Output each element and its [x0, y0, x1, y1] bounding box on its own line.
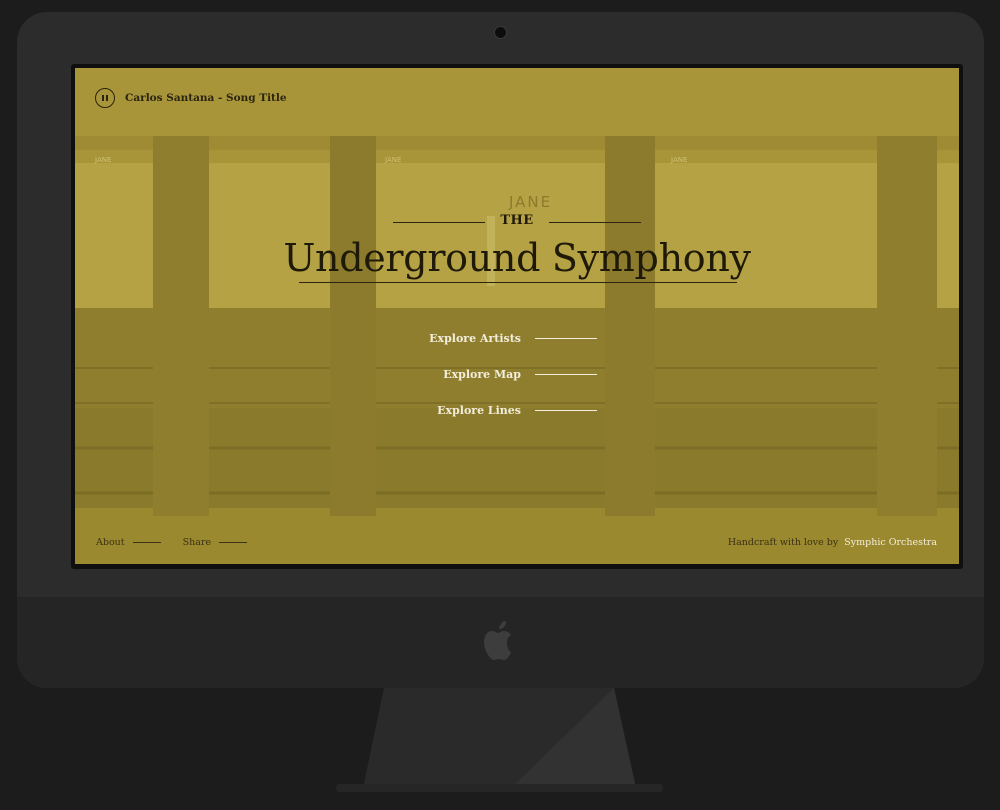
about-rule	[132, 542, 161, 543]
website-display: JANE JANE JANE JANE Carlos Santana - Son…	[75, 68, 959, 564]
share-link[interactable]: Share	[183, 537, 211, 548]
menu-rule	[535, 409, 597, 411]
title-underline	[299, 282, 737, 283]
footer-links: About Share	[96, 537, 269, 548]
credit-org-link[interactable]: Symphic Orchestra	[844, 537, 937, 548]
subway-background-image: JANE JANE JANE JANE	[75, 68, 959, 564]
menu-label: Explore Artists	[429, 331, 521, 345]
monitor-stand	[336, 688, 663, 792]
footer-credit: Handcraft with love by Symphic Orchestra	[728, 537, 937, 548]
audio-player: Carlos Santana - Song Title	[95, 85, 287, 111]
apple-logo-icon	[484, 621, 511, 660]
menu-label: Explore Map	[443, 367, 521, 381]
pause-button[interactable]	[95, 88, 115, 108]
menu-explore-artists[interactable]: Explore Artists	[355, 329, 597, 347]
menu-explore-map[interactable]: Explore Map	[355, 365, 597, 383]
station-sign-3: JANE	[670, 156, 687, 164]
camera-icon	[495, 27, 506, 38]
kicker-text: THE	[500, 213, 534, 228]
hero-kicker: THE	[393, 213, 641, 231]
page-title: Underground Symphony	[283, 236, 751, 280]
credit-text: Handcraft with love by	[727, 537, 839, 548]
pause-icon	[102, 95, 104, 101]
pause-icon-bar	[106, 95, 108, 101]
station-sign-2: JANE	[384, 156, 401, 164]
menu-explore-lines[interactable]: Explore Lines	[355, 401, 597, 419]
about-link[interactable]: About	[96, 537, 125, 548]
monitor-bezel: JANE JANE JANE JANE Carlos Santana - Son…	[17, 12, 984, 688]
menu-rule	[535, 337, 597, 339]
menu-label: Explore Lines	[437, 403, 521, 417]
menu-rule	[535, 373, 597, 375]
kicker-rule-right	[549, 222, 641, 223]
station-sign-large: JANE	[508, 193, 552, 211]
monitor-screen: JANE JANE JANE JANE Carlos Santana - Son…	[71, 64, 963, 569]
station-sign-1: JANE	[94, 156, 111, 164]
share-rule	[219, 542, 248, 543]
now-playing-title: Carlos Santana - Song Title	[125, 92, 287, 104]
